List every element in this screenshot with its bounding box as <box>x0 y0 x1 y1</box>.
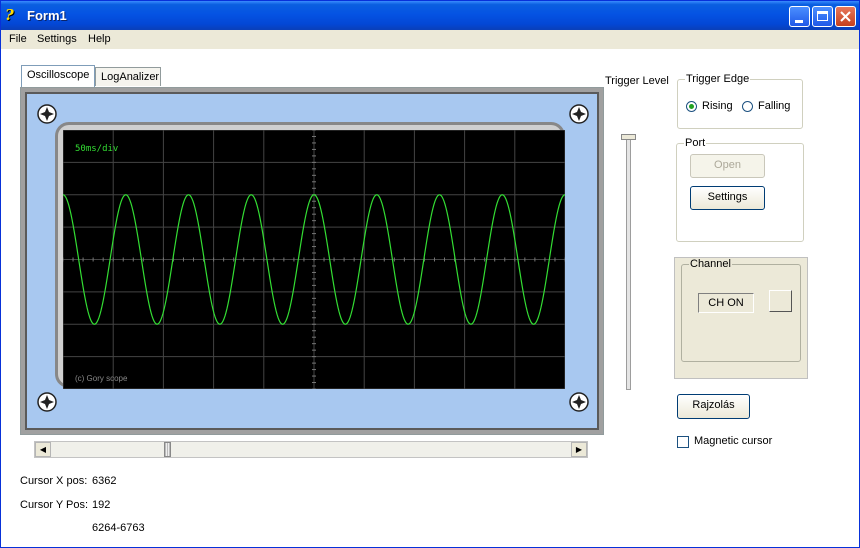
scroll-right-button[interactable]: ▶ <box>571 442 587 457</box>
screw-icon <box>569 104 589 124</box>
magnetic-cursor-checkbox[interactable] <box>677 436 689 448</box>
copyright-label: (c) Gory scope <box>75 374 128 383</box>
menu-help[interactable]: Help <box>88 33 111 45</box>
tab-oscilloscope[interactable]: Oscilloscope <box>21 65 95 87</box>
trigger-level-label: Trigger Level <box>605 75 669 87</box>
draw-button[interactable]: Rajzolás <box>677 394 750 419</box>
magnetic-cursor-label: Magnetic cursor <box>694 435 773 447</box>
maximize-button[interactable] <box>812 6 833 27</box>
minimize-icon <box>795 20 803 23</box>
scroll-left-button[interactable]: ◀ <box>35 442 51 457</box>
oscilloscope-panel: 50ms/div (c) Gory scope <box>20 87 604 435</box>
app-icon: ? <box>5 6 14 24</box>
cursor-y-value: 192 <box>92 499 111 511</box>
cursor-range: 6264-6763 <box>92 522 145 534</box>
arrow-left-icon: ◀ <box>39 445 47 454</box>
channel-group: Channel CH ON <box>681 258 801 362</box>
channel-status: CH ON <box>698 293 754 313</box>
channel-panel: Channel CH ON <box>674 257 808 379</box>
client-area: Oscilloscope LogAnalizer 50ms/div (c) Go… <box>1 49 859 547</box>
falling-label: Falling <box>758 100 791 112</box>
slider-track <box>626 134 631 390</box>
cursor-y-label: Cursor Y Pos: <box>20 499 89 511</box>
scope-display[interactable] <box>63 130 565 389</box>
menu-settings[interactable]: Settings <box>37 33 77 45</box>
title-bar[interactable]: ? Form1 <box>1 1 859 30</box>
tab-loganalizer[interactable]: LogAnalizer <box>95 67 161 86</box>
falling-radio[interactable] <box>742 101 753 112</box>
menu-file[interactable]: File <box>9 33 27 45</box>
close-icon <box>840 11 851 22</box>
rising-radio[interactable] <box>686 101 697 112</box>
main-window: ? Form1 File Settings Help Oscilloscope … <box>0 0 860 548</box>
scroll-thumb[interactable] <box>163 442 171 457</box>
timebase-label: 50ms/div <box>75 144 119 154</box>
scope-bezel: 50ms/div (c) Gory scope <box>25 92 599 430</box>
trigger-level-slider[interactable] <box>621 134 637 390</box>
cursor-x-value: 6362 <box>92 475 117 487</box>
trigger-edge-group: Trigger Edge Rising Falling <box>677 73 803 129</box>
channel-toggle-button[interactable] <box>769 290 792 312</box>
screw-icon <box>569 392 589 412</box>
cursor-x-label: Cursor X pos: <box>20 475 88 487</box>
minimize-button[interactable] <box>789 6 810 27</box>
port-title: Port <box>684 137 707 149</box>
slider-thumb[interactable] <box>621 134 636 140</box>
maximize-icon <box>817 11 828 21</box>
menu-bar: File Settings Help <box>1 30 859 50</box>
channel-title: Channel <box>689 258 732 270</box>
rising-label: Rising <box>702 100 733 112</box>
screw-icon <box>37 104 57 124</box>
trigger-edge-title: Trigger Edge <box>685 73 751 85</box>
horizontal-scrollbar[interactable]: ◀ ▶ <box>34 441 588 458</box>
window-title: Form1 <box>27 8 67 23</box>
arrow-right-icon: ▶ <box>575 445 583 454</box>
close-button[interactable] <box>835 6 856 27</box>
port-group: Port Open Settings <box>676 137 804 242</box>
open-button[interactable]: Open <box>690 154 765 178</box>
screw-icon <box>37 392 57 412</box>
port-settings-button[interactable]: Settings <box>690 186 765 210</box>
scope-screen[interactable]: 50ms/div (c) Gory scope <box>63 130 565 389</box>
